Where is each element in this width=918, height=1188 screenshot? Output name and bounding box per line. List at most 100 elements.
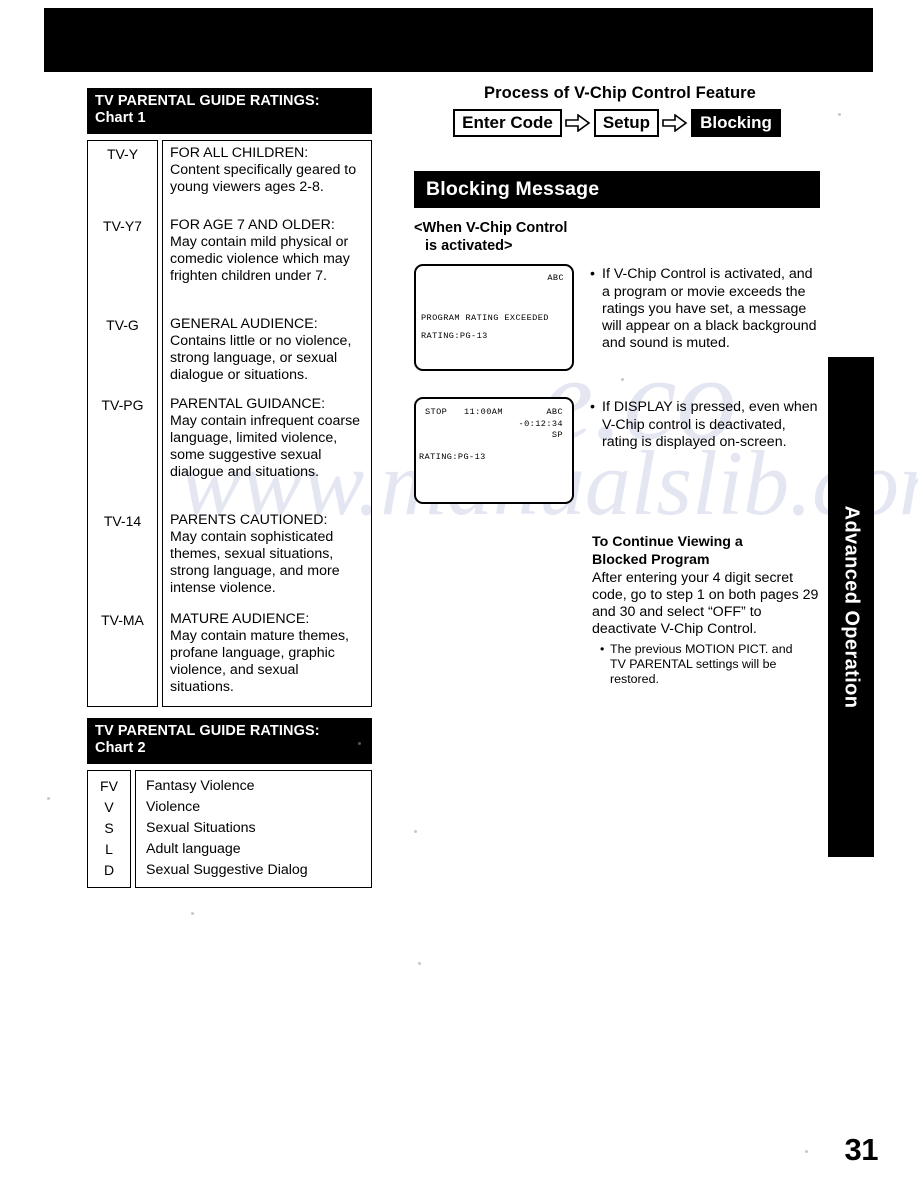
table-row: FOR AGE 7 AND OLDER: May contain mild ph… bbox=[163, 213, 371, 312]
scan-speck bbox=[191, 912, 194, 915]
blocking-example-2: STOP 11:00AM ABC -0:12:34 SP RATING:PG-1… bbox=[414, 397, 820, 505]
table-row: Sexual Situations bbox=[146, 820, 256, 837]
tv-screen-blocked: ABC PROGRAM RATING EXCEEDED RATING:PG-13 bbox=[414, 264, 574, 372]
chart1-title-line2: Chart 1 bbox=[95, 110, 146, 127]
chart2-code-column: FV V S L D bbox=[87, 770, 131, 889]
scan-speck bbox=[805, 1150, 808, 1153]
chart2-title-line2: Chart 2 bbox=[95, 740, 146, 757]
table-row: TV-MA bbox=[101, 612, 144, 629]
side-tab-label: Advanced Operation bbox=[840, 505, 863, 709]
osd-rating: RATING:PG-13 bbox=[421, 331, 488, 342]
when-activated-heading: <When V-Chip Control is activated> bbox=[414, 220, 820, 255]
osd-time: 11:00AM bbox=[464, 407, 503, 418]
table-row: V bbox=[104, 799, 114, 816]
osd-counter: -0:12:34 bbox=[518, 419, 563, 430]
chart1-table: TV-Y TV-Y7 TV-G TV-PG TV-14 TV-MA FOR AL… bbox=[87, 140, 372, 708]
osd-mode: STOP bbox=[425, 407, 448, 418]
bullet-dot-icon: • bbox=[600, 642, 605, 657]
continue-heading-line1: To Continue Viewing a bbox=[592, 534, 743, 551]
bullet-item: • If DISPLAY is pressed, even when V-Chi… bbox=[590, 399, 820, 451]
scan-speck bbox=[47, 797, 50, 800]
table-row: Violence bbox=[146, 799, 201, 816]
continue-viewing-body: After entering your 4 digit secret code,… bbox=[592, 570, 819, 638]
table-row: FV bbox=[100, 778, 118, 795]
blocking-example-1: ABC PROGRAM RATING EXCEEDED RATING:PG-13… bbox=[414, 264, 820, 372]
chart2-table: FV V S L D Fantasy Violence Violence Sex… bbox=[87, 770, 372, 889]
table-row: PARENTAL GUIDANCE: May contain infrequen… bbox=[163, 392, 371, 508]
osd-channel: ABC bbox=[546, 407, 563, 418]
rating-body: May contain mature themes, profane langu… bbox=[170, 628, 349, 695]
rating-heading: FOR ALL CHILDREN: bbox=[170, 145, 309, 162]
bullet-dot-icon: • bbox=[590, 399, 595, 416]
chart2-block: TV PARENTAL GUIDE RATINGS: Chart 2 FV V … bbox=[87, 718, 372, 889]
page-number: 31 bbox=[844, 1132, 879, 1167]
bullet-text: If V-Chip Control is activated, and a pr… bbox=[602, 266, 817, 352]
chart1-title: TV PARENTAL GUIDE RATINGS: Chart 1 bbox=[87, 88, 372, 135]
flow-step-enter-code: Enter Code bbox=[453, 109, 562, 138]
table-row: TV-G bbox=[106, 317, 139, 334]
when-activated-line1: <When V-Chip Control bbox=[414, 220, 568, 237]
continue-viewing-block: To Continue Viewing a Blocked Program Af… bbox=[592, 534, 820, 686]
osd-channel: ABC bbox=[547, 273, 564, 284]
scan-speck bbox=[358, 742, 361, 745]
table-row: L bbox=[105, 841, 113, 858]
bullet-dot-icon: • bbox=[590, 266, 595, 283]
chart1-code-column: TV-Y TV-Y7 TV-G TV-PG TV-14 TV-MA bbox=[87, 140, 158, 708]
when-activated-line2: is activated> bbox=[425, 237, 513, 254]
blocking-note-1: • If V-Chip Control is activated, and a … bbox=[590, 264, 820, 352]
table-row: TV-PG bbox=[101, 397, 144, 414]
chart1-title-line1: TV PARENTAL GUIDE RATINGS: bbox=[95, 93, 320, 109]
tv-screen-display: STOP 11:00AM ABC -0:12:34 SP RATING:PG-1… bbox=[414, 397, 574, 505]
arrow-right-icon bbox=[565, 113, 591, 133]
chart1-block: TV PARENTAL GUIDE RATINGS: Chart 1 TV-Y … bbox=[87, 88, 372, 708]
section-side-tab: Advanced Operation bbox=[828, 357, 874, 857]
rating-heading: PARENTS CAUTIONED: bbox=[170, 512, 328, 529]
table-row: D bbox=[103, 862, 115, 879]
rating-heading: FOR AGE 7 AND OLDER: bbox=[170, 217, 335, 234]
table-row: MATURE AUDIENCE: May contain mature them… bbox=[163, 607, 371, 706]
bullet-item: • If V-Chip Control is activated, and a … bbox=[590, 266, 820, 352]
osd-speed: SP bbox=[551, 430, 563, 441]
rating-body: May contain sophisticated themes, sexual… bbox=[170, 529, 340, 596]
arrow-right-icon bbox=[662, 113, 688, 133]
top-black-banner bbox=[44, 8, 873, 72]
table-row: Sexual Suggestive Dialog bbox=[146, 862, 308, 879]
chart2-title-line1: TV PARENTAL GUIDE RATINGS: bbox=[95, 723, 320, 739]
scan-speck bbox=[838, 113, 841, 116]
continue-note-line3: restored. bbox=[610, 671, 659, 686]
rating-heading: MATURE AUDIENCE: bbox=[170, 611, 310, 628]
blocking-message-section-title: Blocking Message bbox=[414, 171, 820, 209]
scan-speck bbox=[418, 962, 421, 965]
vchip-process-block: Process of V-Chip Control Feature Enter … bbox=[414, 84, 820, 687]
flow-step-setup: Setup bbox=[593, 109, 660, 138]
continue-viewing-heading: To Continue Viewing a Blocked Program bbox=[592, 534, 820, 569]
process-title: Process of V-Chip Control Feature bbox=[484, 84, 756, 102]
osd-rating: RATING:PG-13 bbox=[419, 452, 486, 463]
rating-body: Contains little or no violence, strong l… bbox=[170, 333, 352, 383]
rating-heading: GENERAL AUDIENCE: bbox=[170, 316, 318, 333]
table-row: GENERAL AUDIENCE: Contains little or no … bbox=[163, 312, 371, 392]
rating-body: May contain infrequent coarse language, … bbox=[170, 413, 361, 480]
chart2-description-column: Fantasy Violence Violence Sexual Situati… bbox=[135, 770, 372, 889]
table-row: S bbox=[104, 820, 114, 837]
rating-heading: PARENTAL GUIDANCE: bbox=[170, 396, 326, 413]
rating-body: Content specifically geared to young vie… bbox=[170, 162, 357, 195]
continue-note-line1: The previous MOTION PICT. and bbox=[610, 642, 793, 657]
rating-body: May contain mild physical or comedic vio… bbox=[170, 234, 350, 284]
chart1-description-column: FOR ALL CHILDREN: Content specifically g… bbox=[162, 140, 372, 708]
table-row: TV-Y bbox=[106, 146, 139, 163]
continue-note-line2: TV PARENTAL settings will be bbox=[610, 657, 777, 672]
process-flow-diagram: Enter Code Setup Blocking bbox=[414, 109, 820, 138]
table-row: Adult language bbox=[146, 841, 241, 858]
table-row: TV-14 bbox=[103, 513, 142, 530]
blocking-note-2: • If DISPLAY is pressed, even when V-Chi… bbox=[590, 397, 820, 451]
bullet-text: If DISPLAY is pressed, even when V-Chip … bbox=[602, 399, 818, 450]
osd-block-message: PROGRAM RATING EXCEEDED bbox=[421, 313, 549, 324]
continue-heading-line2: Blocked Program bbox=[592, 551, 710, 568]
table-row: Fantasy Violence bbox=[146, 778, 255, 795]
chart2-title: TV PARENTAL GUIDE RATINGS: Chart 2 bbox=[87, 718, 372, 765]
table-row: TV-Y7 bbox=[103, 218, 142, 235]
table-row: FOR ALL CHILDREN: Content specifically g… bbox=[163, 141, 371, 213]
scan-speck bbox=[621, 378, 624, 381]
flow-step-blocking: Blocking bbox=[691, 109, 781, 138]
